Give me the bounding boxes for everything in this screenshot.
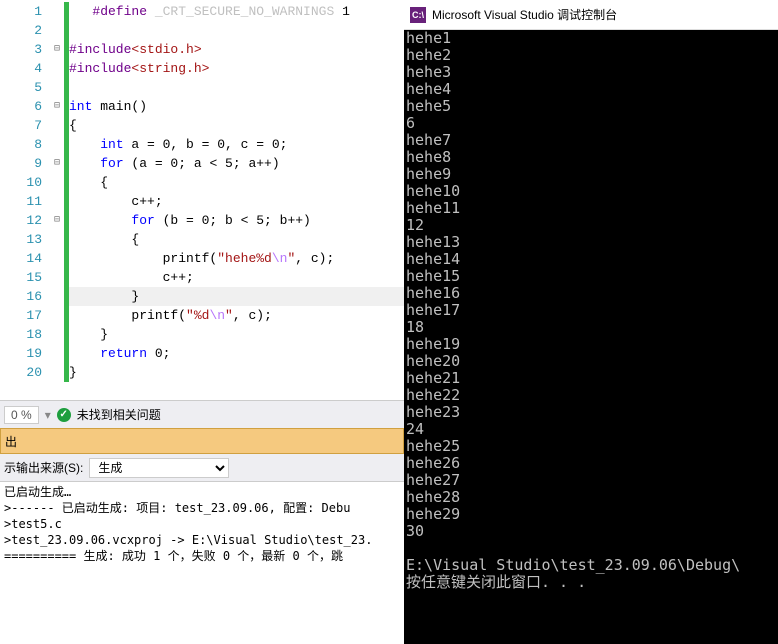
output-header-label: 出 bbox=[5, 433, 17, 450]
brace: { bbox=[100, 175, 108, 190]
brace: } bbox=[131, 289, 139, 304]
console-title: Microsoft Visual Studio 调试控制台 bbox=[432, 6, 617, 23]
string: " bbox=[225, 308, 233, 323]
output-source-label: 示输出来源(S): bbox=[4, 459, 83, 476]
keyword: return bbox=[100, 346, 147, 361]
macro-name: _CRT_SECURE_NO_WARNINGS bbox=[155, 4, 334, 19]
console-output[interactable]: hehe1 hehe2 hehe3 hehe4 hehe5 6 hehe7 he… bbox=[404, 30, 778, 644]
args: , c); bbox=[295, 251, 334, 266]
brace: } bbox=[69, 365, 77, 380]
code-area[interactable]: #define _CRT_SECURE_NO_WARNINGS 1 #inclu… bbox=[69, 0, 404, 400]
vs-console-icon: C:\ bbox=[410, 7, 426, 23]
for-args: (b = 0; b < 5; b++) bbox=[155, 213, 311, 228]
header: <string.h> bbox=[131, 61, 209, 76]
fold-column[interactable]: ⊟⊟⊟⊟ bbox=[50, 0, 64, 400]
keyword: for bbox=[100, 156, 123, 171]
string: "%d bbox=[186, 308, 209, 323]
identifier: main() bbox=[92, 99, 147, 114]
percent-badge[interactable]: 0 % bbox=[4, 406, 39, 424]
escape: \n bbox=[209, 308, 225, 323]
statement: 0; bbox=[147, 346, 170, 361]
declaration: a = 0, b = 0, c = 0; bbox=[124, 137, 288, 152]
brace: { bbox=[69, 118, 77, 133]
console-titlebar[interactable]: C:\ Microsoft Visual Studio 调试控制台 bbox=[404, 0, 778, 30]
keyword: int bbox=[100, 137, 123, 152]
code-editor[interactable]: 1234567891011121314151617181920 ⊟⊟⊟⊟ #de… bbox=[0, 0, 404, 400]
directive: #define bbox=[92, 4, 147, 19]
escape: \n bbox=[272, 251, 288, 266]
output-source-select[interactable]: 生成 bbox=[89, 458, 229, 478]
header: <stdio.h> bbox=[131, 42, 201, 57]
brace: { bbox=[131, 232, 139, 247]
chevron-down-icon[interactable]: ▾ bbox=[45, 408, 51, 422]
call: printf( bbox=[163, 251, 218, 266]
call: printf( bbox=[131, 308, 186, 323]
debug-console-window: C:\ Microsoft Visual Studio 调试控制台 hehe1 … bbox=[404, 0, 778, 644]
keyword: for bbox=[131, 213, 154, 228]
check-icon: ✓ bbox=[57, 408, 71, 422]
no-issues-text: 未找到相关问题 bbox=[77, 406, 161, 423]
editor-status-bar: 0 % ▾ ✓ 未找到相关问题 bbox=[0, 400, 404, 428]
statement: c++; bbox=[131, 194, 162, 209]
output-toolbar: 示输出来源(S): 生成 bbox=[0, 454, 404, 482]
directive: #include bbox=[69, 61, 131, 76]
brace: } bbox=[100, 327, 108, 342]
for-args: (a = 0; a < 5; a++) bbox=[124, 156, 280, 171]
directive: #include bbox=[69, 42, 131, 57]
statement: c++; bbox=[163, 270, 194, 285]
output-text[interactable]: 已启动生成… >------ 已启动生成: 项目: test_23.09.06,… bbox=[0, 482, 404, 644]
args: , c); bbox=[233, 308, 272, 323]
string: "hehe%d bbox=[217, 251, 272, 266]
keyword: int bbox=[69, 99, 92, 114]
line-number-gutter: 1234567891011121314151617181920 bbox=[0, 0, 50, 400]
output-panel-header[interactable]: 出 bbox=[0, 428, 404, 454]
macro-value: 1 bbox=[334, 4, 350, 19]
